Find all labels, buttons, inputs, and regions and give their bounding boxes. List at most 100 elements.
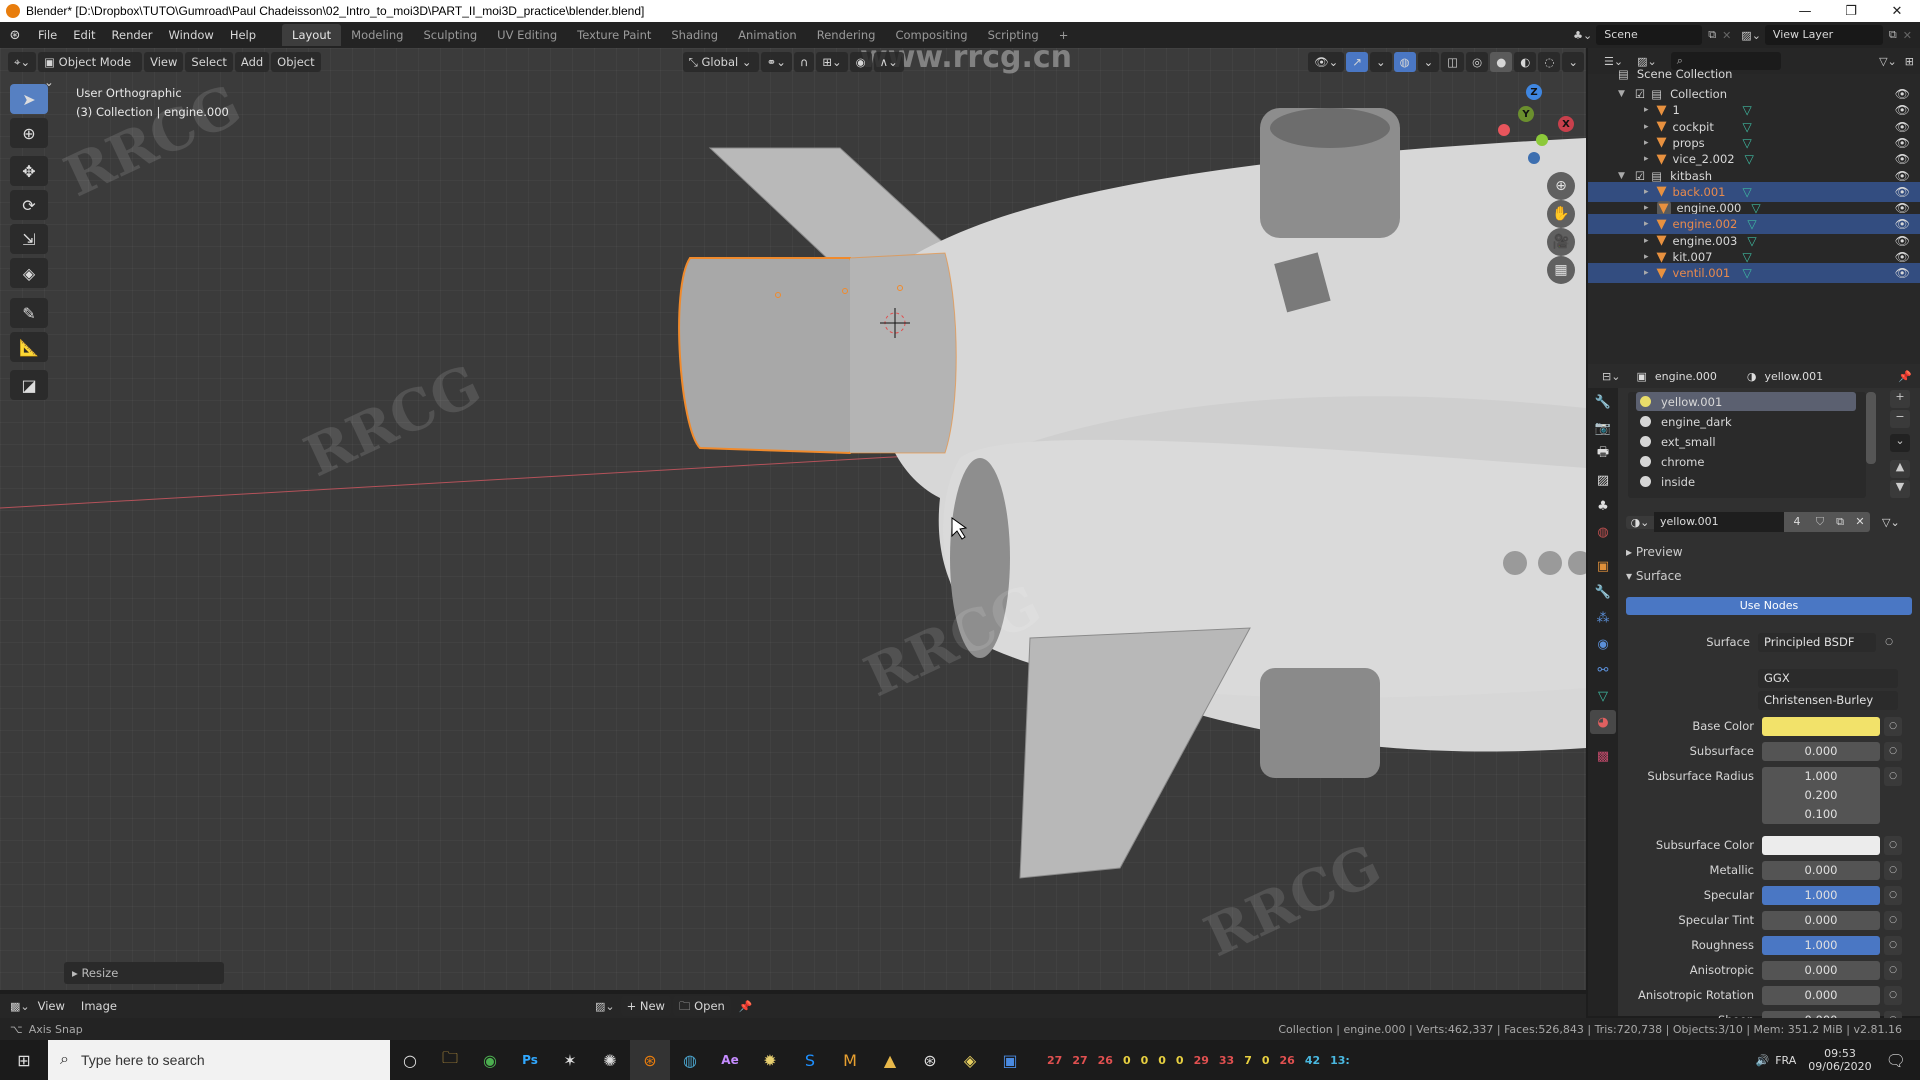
start-button[interactable]: ⊞ <box>0 1040 48 1080</box>
fake-user-icon[interactable]: ⛉ <box>1810 512 1830 532</box>
tab-tool[interactable]: 🔧 <box>1590 390 1616 414</box>
mode-selector[interactable]: ▣ Object Mode ⌄ <box>38 52 143 89</box>
ortho-toggle-button[interactable]: ▦ <box>1547 256 1575 284</box>
editor-type-button[interactable]: ⌖⌄ <box>8 52 37 72</box>
workspace-tab-modeling[interactable]: Modeling <box>341 24 413 46</box>
viewport-menu-select[interactable]: Select <box>185 52 233 72</box>
image-menu-image[interactable]: Image <box>73 995 125 1017</box>
duplicate-material-icon[interactable]: ⧉ <box>1830 512 1850 532</box>
expand-arrow-icon[interactable]: ▸ <box>1644 252 1649 262</box>
visibility-button[interactable]: 👁⌄ <box>1308 52 1345 72</box>
visibility-eye-icon[interactable]: 👁 <box>1895 152 1910 166</box>
new-scene-icon[interactable]: ⧉ <box>1708 28 1716 42</box>
workspace-tab-compositing[interactable]: Compositing <box>885 24 977 46</box>
gizmo-neg-y[interactable] <box>1536 134 1548 146</box>
transform-orientation-selector[interactable]: ⤡ Global ⌄ <box>682 52 759 72</box>
remove-slot-button[interactable]: − <box>1890 410 1910 428</box>
tab-output[interactable]: 🖶 <box>1590 442 1616 466</box>
pin-icon[interactable]: 📌 <box>739 1000 753 1013</box>
surface-panel-header[interactable]: ▾ Surface <box>1626 569 1682 583</box>
open-image-button[interactable]: 🗀 Open <box>672 996 731 1016</box>
camera-view-button[interactable]: 🎥 <box>1547 228 1575 256</box>
mesh-data-icon[interactable]: ▽ <box>1743 120 1752 134</box>
app-14[interactable]: ◈ <box>950 1040 990 1080</box>
checkbox-icon[interactable]: ☑ <box>1635 87 1645 101</box>
slot-specials-button[interactable]: ⌄ <box>1890 434 1910 452</box>
new-view-layer-icon[interactable]: ⧉ <box>1889 28 1897 42</box>
socket-icon[interactable]: ○ <box>1884 935 1902 955</box>
tray-monitor-value[interactable]: 26 <box>1280 1054 1295 1067</box>
socket-icon[interactable]: ○ <box>1884 985 1902 1005</box>
tab-scene[interactable]: ♣ <box>1590 494 1616 518</box>
anisotropic-rotation-field[interactable]: 0.000 <box>1762 985 1880 1005</box>
workspace-tab-scripting[interactable]: Scripting <box>978 24 1049 46</box>
tab-material[interactable]: ◕ <box>1590 710 1616 734</box>
snap-toggle[interactable]: ∩ <box>793 52 815 72</box>
mesh-data-icon[interactable]: ▽ <box>1747 217 1756 231</box>
notifications-icon[interactable]: 🗨 <box>1886 1051 1906 1070</box>
link-type-icon[interactable]: ▽⌄ <box>1882 516 1900 529</box>
visibility-eye-icon[interactable]: 👁 <box>1895 169 1910 183</box>
material-slot[interactable]: yellow.001 <box>1636 392 1856 411</box>
tab-texture[interactable]: ▩ <box>1590 744 1616 768</box>
image-menu-view[interactable]: View <box>30 995 73 1017</box>
socket-icon[interactable]: ○ <box>1884 741 1902 761</box>
material-slot[interactable]: engine_dark <box>1636 412 1856 431</box>
tab-world[interactable]: ◍ <box>1590 520 1616 544</box>
visibility-eye-icon[interactable]: 👁 <box>1895 120 1910 134</box>
subsurface-radius-z-field[interactable]: 0.100 <box>1762 804 1880 824</box>
add-cube-tool[interactable]: ◪ <box>10 370 48 400</box>
minimize-button[interactable]: — <box>1782 0 1828 22</box>
socket-icon[interactable]: ○ <box>1884 835 1902 855</box>
view-layer-selector[interactable]: View Layer <box>1764 25 1883 45</box>
skype-app[interactable]: S <box>790 1040 830 1080</box>
tab-modifiers[interactable]: 🔧 <box>1590 580 1616 604</box>
annotate-tool[interactable]: ✎ <box>10 298 48 328</box>
tray-monitor-value[interactable]: 26 <box>1098 1054 1113 1067</box>
snap-target-button[interactable]: ⊞⌄ <box>816 52 848 72</box>
menu-render[interactable]: Render <box>104 24 161 46</box>
move-slot-up-button[interactable]: ▲ <box>1890 460 1910 478</box>
menu-edit[interactable]: Edit <box>65 24 103 46</box>
workspace-tab-texture-paint[interactable]: Texture Paint <box>567 24 661 46</box>
visibility-eye-icon[interactable]: 👁 <box>1895 217 1910 231</box>
surface-shader-selector[interactable]: Principled BSDF <box>1758 632 1876 652</box>
tray-monitor-value[interactable]: 0 <box>1123 1054 1131 1067</box>
mesh-data-icon[interactable]: ▽ <box>1743 185 1752 199</box>
move-tool[interactable]: ✥ <box>10 156 48 186</box>
subsurface-radius-x-field[interactable]: 1.000 <box>1762 766 1880 786</box>
measure-tool[interactable]: 📐 <box>10 332 48 362</box>
anisotropic-field[interactable]: 0.000 <box>1762 960 1880 980</box>
tab-particles[interactable]: ⁂ <box>1590 606 1616 630</box>
specular-tint-field[interactable]: 0.000 <box>1762 910 1880 930</box>
rotate-tool[interactable]: ⟳ <box>10 190 48 220</box>
tray-monitor-value[interactable]: 0 <box>1158 1054 1166 1067</box>
delete-scene-icon[interactable]: ✕ <box>1722 29 1731 42</box>
material-name-field[interactable]: yellow.001 <box>1654 512 1784 532</box>
pivot-point-button[interactable]: ⚭⌄ <box>760 52 792 72</box>
view-layer-icon[interactable]: ▨⌄ <box>1741 29 1761 42</box>
viewport-menu-object[interactable]: Object <box>271 52 321 72</box>
workspace-tab-shading[interactable]: Shading <box>661 24 728 46</box>
tray-monitor-value[interactable]: 13: <box>1330 1054 1350 1067</box>
menu-help[interactable]: Help <box>222 24 264 46</box>
shading-material[interactable]: ◐ <box>1514 52 1537 72</box>
cortana-button[interactable]: ○ <box>390 1040 430 1080</box>
mesh-data-icon[interactable]: ▽ <box>1743 136 1752 150</box>
preview-panel-header[interactable]: ▸ Preview <box>1626 545 1683 559</box>
visibility-eye-icon[interactable]: 👁 <box>1895 185 1910 199</box>
tab-constraints[interactable]: ⚯ <box>1590 658 1616 682</box>
material-slot[interactable]: chrome <box>1636 452 1856 471</box>
tray-monitor-value[interactable]: 27 <box>1047 1054 1062 1067</box>
tray-monitor-value[interactable]: 42 <box>1305 1054 1320 1067</box>
tray-monitor-value[interactable]: 0 <box>1262 1054 1270 1067</box>
outliner-scene-collection[interactable]: ▤ Scene Collection <box>1588 64 1920 84</box>
xray-toggle[interactable]: ◫ <box>1441 52 1465 72</box>
volume-icon[interactable]: 🔊 <box>1756 1054 1770 1067</box>
shading-rendered[interactable]: ◌ <box>1538 52 1561 72</box>
expand-arrow-icon[interactable]: ▸ <box>1644 236 1649 246</box>
cursor-tool[interactable]: ⊕ <box>10 118 48 148</box>
socket-icon[interactable]: ○ <box>1884 885 1902 905</box>
scene-icon[interactable]: ♣⌄ <box>1573 29 1592 42</box>
tab-view-layer[interactable]: ▨ <box>1590 468 1616 492</box>
